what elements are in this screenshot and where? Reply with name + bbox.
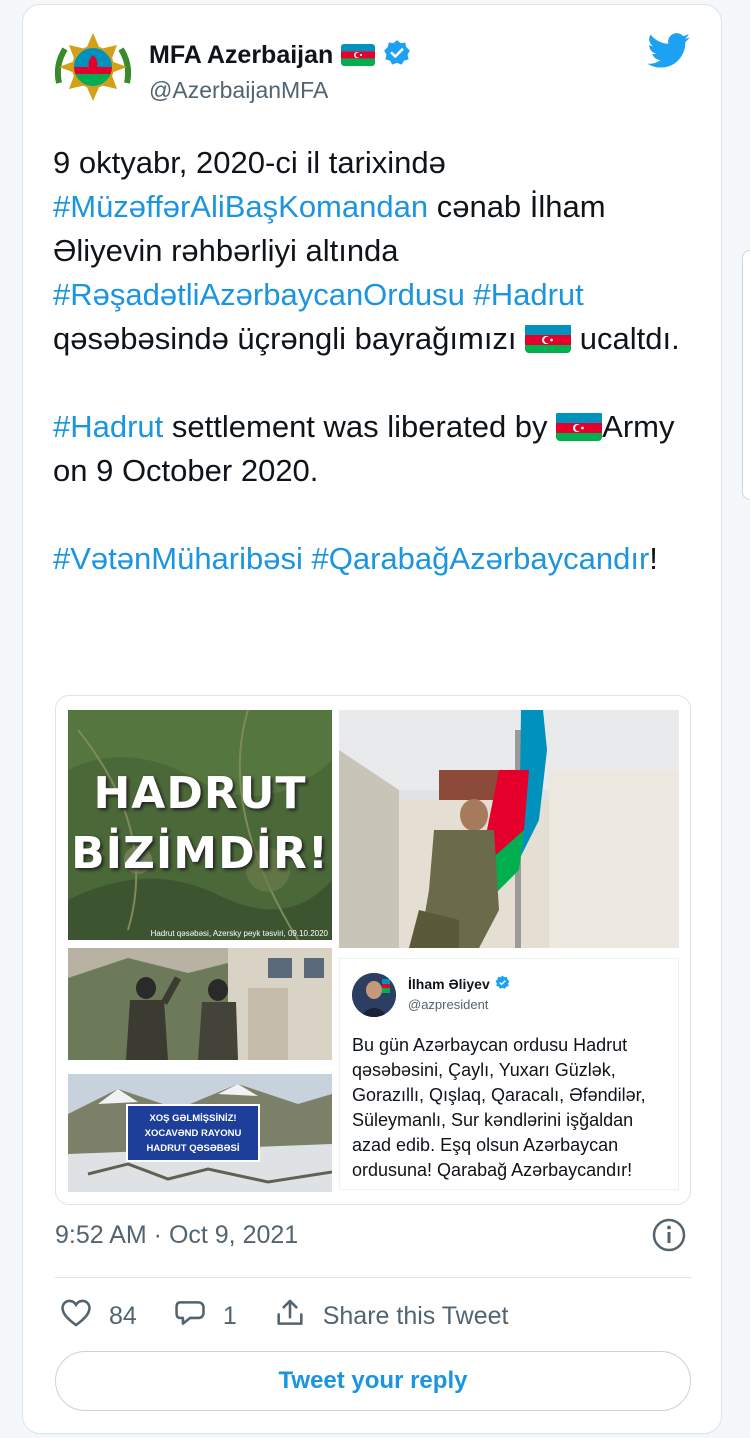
actions-divider (55, 1277, 691, 1278)
tweet-your-reply-button[interactable]: Tweet your reply (55, 1351, 691, 1411)
sign-line-2: XOCAVƏND RAYONU (144, 1128, 242, 1139)
quoted-author-avatar[interactable] (352, 973, 396, 1017)
hadrut-satellite-image[interactable]: HADRUT BİZİMDİR! Hadrut qəsəbəsi, Azersk… (68, 710, 332, 940)
twitter-bird-icon[interactable] (647, 33, 691, 69)
author-handle[interactable]: @AzerbaijanMFA (149, 77, 411, 104)
like-action[interactable]: 84 (59, 1296, 137, 1337)
reply-bubble-icon[interactable] (173, 1296, 207, 1337)
tweet-text-segment: 9 oktyabr, 2020-ci il tarixində (53, 145, 446, 180)
author-block[interactable]: MFA Azerbaijan @AzerbaijanMFA (149, 39, 411, 104)
azerbaijan-flag-icon (556, 411, 603, 441)
tweet-text-segment: settlement was liberated by (163, 409, 557, 444)
info-icon[interactable] (651, 1217, 687, 1253)
tweet-text-segment: ucaltdı. (571, 321, 680, 356)
quoted-author-row[interactable]: İlham Əliyev (408, 975, 510, 993)
reply-action[interactable]: 1 (173, 1296, 237, 1337)
tweet-paragraph: 9 oktyabr, 2020-ci il tarixində #Müzəffə… (53, 141, 703, 361)
reply-count: 1 (222, 1301, 237, 1330)
flag-raising-photo[interactable] (339, 710, 679, 948)
sign-line-3: HADRUT QƏSƏBƏSİ (146, 1143, 240, 1154)
tweet-timestamp[interactable]: 9:52 AM · Oct 9, 2021 (55, 1221, 298, 1250)
quoted-tweet-text: Bu gün Azərbaycan ordusu Hadrut qəsəbəsi… (352, 1035, 646, 1180)
quoted-tweet[interactable]: İlham Əliyev @azpresident Bu gün Azərbay… (339, 958, 679, 1190)
azerbaijan-flag-icon (525, 323, 572, 353)
bizimdir-headline: BİZİMDİR! (71, 828, 329, 879)
share-icon[interactable] (273, 1296, 307, 1337)
hashtag-link[interactable]: #Hadrut (53, 409, 163, 444)
tweet-text-segment: qəsəbəsində üçrəngli bayrağımızı (53, 321, 526, 356)
share-action[interactable]: Share this Tweet (273, 1296, 509, 1337)
hashtag-link[interactable]: #VətənMüharibəsi (53, 541, 303, 576)
sign-line-1: XOŞ GƏLMİŞSİNİZ! (149, 1113, 237, 1124)
hashtag-link[interactable]: #RəşadətliAzərbaycanOrdusu (53, 277, 465, 312)
welcome-sign-photo[interactable]: XOŞ GƏLMİŞSİNİZ! XOCAVƏND RAYONU HADRUT … (68, 1074, 332, 1192)
quoted-author-name[interactable]: İlham Əliyev (408, 976, 490, 992)
satellite-caption: Hadrut qəsəbəsi, Azersky peyk təsviri, 0… (150, 929, 328, 938)
verified-badge-icon (495, 975, 510, 993)
satellite-terrain-graphic (68, 710, 332, 940)
share-label[interactable]: Share this Tweet (323, 1302, 509, 1331)
tweet-paragraph: #Hadrut settlement was liberated by Army… (53, 405, 703, 493)
flag-raising-graphic (339, 710, 679, 948)
like-count: 84 (109, 1301, 137, 1330)
quoted-author-handle[interactable]: @azpresident (408, 997, 488, 1012)
hashtag-link[interactable]: #QarabağAzərbaycandır (312, 541, 650, 576)
tweet-card: MFA Azerbaijan @AzerbaijanMFA 9 oktyabr,… (22, 4, 722, 1434)
media-grid[interactable]: HADRUT BİZİMDİR! Hadrut qəsəbəsi, Azersk… (55, 695, 691, 1205)
verified-badge-icon (383, 39, 411, 72)
hadrut-headline: HADRUT (93, 768, 307, 819)
heart-icon[interactable] (59, 1296, 93, 1337)
author-name[interactable]: MFA Azerbaijan (149, 41, 333, 70)
soldiers-graphic (68, 948, 332, 1060)
soldiers-photo[interactable] (68, 948, 332, 1060)
azerbaijan-flag-icon (341, 44, 376, 66)
hashtag-link[interactable]: #Hadrut (473, 277, 583, 312)
tweet-paragraph: #VətənMüharibəsi #QarabağAzərbaycandır! (53, 537, 703, 581)
tweet-text-segment (303, 541, 312, 576)
azerbaijan-emblem-icon (51, 25, 135, 109)
tweet-text: 9 oktyabr, 2020-ci il tarixində #Müzəffə… (53, 141, 703, 581)
author-avatar[interactable] (51, 25, 135, 109)
hashtag-link[interactable]: #MüzəffərAliBaşKomandan (53, 189, 428, 224)
welcome-sign: XOŞ GƏLMİŞSİNİZ! XOCAVƏND RAYONU HADRUT … (126, 1104, 260, 1162)
actions-bar: 84 1 Share this Tweet (59, 1295, 544, 1337)
tweet-text-segment: ! (649, 541, 658, 576)
scrollbar-thumb[interactable] (742, 250, 750, 500)
